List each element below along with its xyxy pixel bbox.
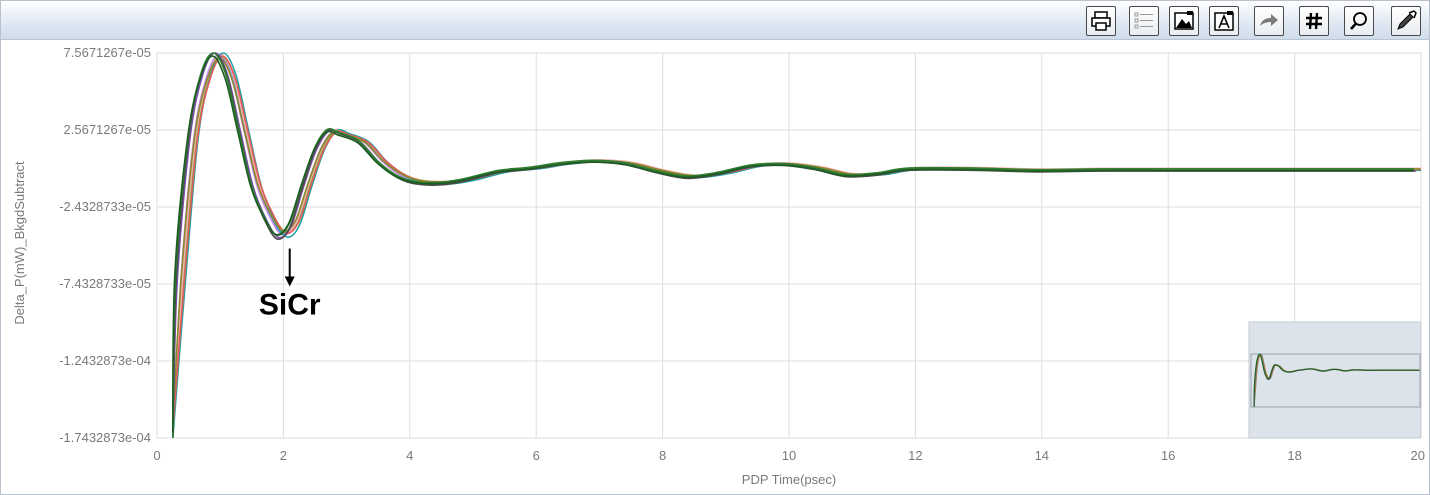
x-tick-label: 14 — [1035, 448, 1049, 463]
x-tick-label: 16 — [1161, 448, 1175, 463]
annotation: SiCr — [259, 248, 321, 322]
series-line-9 — [172, 52, 1416, 439]
y-tick-label: -7.4328733e-05 — [59, 276, 151, 291]
series-line-5 — [172, 53, 1421, 431]
grid-lines — [156, 52, 1422, 439]
x-tick-label: 0 — [153, 448, 160, 463]
annotation-arrow-head — [284, 276, 295, 287]
series-line-8 — [172, 57, 1421, 424]
annotation-label: SiCr — [259, 289, 321, 322]
x-tick-label: 20 — [1411, 448, 1425, 463]
series-line-6 — [172, 52, 1421, 439]
line-chart: 0 2 4 6 8 10 12 14 16 18 20 7.5671267e-05 2.5671267… — [12, 45, 1425, 487]
overview-navigator[interactable] — [1248, 321, 1422, 439]
series-line-7 — [172, 55, 1421, 430]
series-lines — [172, 52, 1421, 439]
series-line-12 — [172, 55, 1414, 433]
y-axis-title: Delta_P(mW)_BkgdSubtract — [12, 161, 27, 325]
y-axis-ticks: 7.5671267e-05 2.5671267e-05 -2.4328733e-05… — [59, 45, 151, 445]
overview-background — [1248, 321, 1422, 439]
x-tick-label: 18 — [1287, 448, 1301, 463]
x-tick-label: 10 — [782, 448, 796, 463]
x-axis-title: PDP Time(psec) — [742, 472, 836, 487]
y-tick-label: -2.4328733e-05 — [59, 199, 151, 214]
y-tick-label: 2.5671267e-05 — [64, 122, 151, 137]
x-tick-label: 8 — [659, 448, 666, 463]
series-line-4 — [172, 56, 1421, 427]
y-tick-label: -1.2432873e-04 — [59, 353, 151, 368]
series-line-11 — [172, 52, 1414, 439]
series-line-2 — [172, 54, 1421, 429]
x-tick-label: 4 — [406, 448, 413, 463]
x-axis-ticks: 0 2 4 6 8 10 12 14 16 18 20 — [153, 448, 1425, 463]
series-line-10 — [172, 52, 1415, 439]
y-tick-label: 7.5671267e-05 — [64, 45, 151, 60]
series-line-1 — [172, 53, 1421, 435]
x-tick-label: 6 — [533, 448, 540, 463]
x-tick-label: 2 — [280, 448, 287, 463]
x-tick-label: 12 — [908, 448, 922, 463]
y-tick-label: -1.7432873e-04 — [59, 430, 151, 445]
series-line-3 — [172, 53, 1420, 436]
